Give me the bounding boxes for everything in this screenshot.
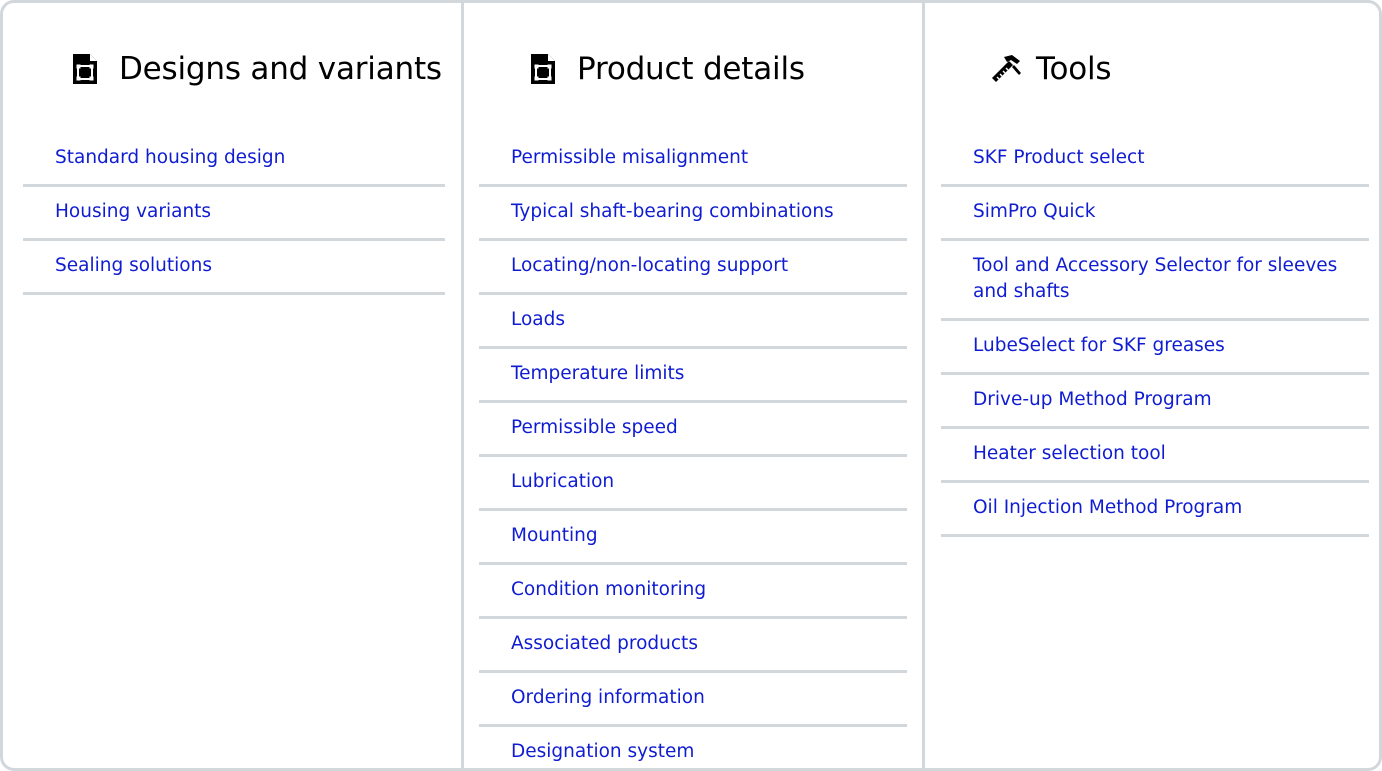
document-icon [531,54,555,84]
list-item: Designation system [479,727,907,768]
column-title: Product details [577,51,805,87]
column-tools: Tools SKF Product select SimPro Quick To… [922,3,1379,768]
column-header: Tools [990,47,1112,91]
link-associated-products[interactable]: Associated products [511,631,895,657]
navigation-panel: Designs and variants Standard housing de… [0,0,1382,771]
list-item: Permissible misalignment [479,133,907,187]
link-sealing-solutions[interactable]: Sealing solutions [55,253,433,279]
list-item: Typical shaft-bearing combinations [479,187,907,241]
list-item: Temperature limits [479,349,907,403]
link-heater-selection-tool[interactable]: Heater selection tool [973,441,1357,467]
list-item: Housing variants [23,187,445,241]
list-item: Drive-up Method Program [941,375,1369,429]
link-standard-housing-design[interactable]: Standard housing design [55,145,433,171]
link-lubrication[interactable]: Lubrication [511,469,895,495]
list-item: SKF Product select [941,133,1369,187]
link-locating-non-locating-support[interactable]: Locating/non-locating support [511,253,895,279]
link-lubeselect-for-skf-greases[interactable]: LubeSelect for SKF greases [973,333,1357,359]
link-permissible-misalignment[interactable]: Permissible misalignment [511,145,895,171]
link-temperature-limits[interactable]: Temperature limits [511,361,895,387]
link-drive-up-method-program[interactable]: Drive-up Method Program [973,387,1357,413]
column-title: Designs and variants [119,51,442,87]
list-item: Oil Injection Method Program [941,483,1369,537]
column-header: Product details [529,47,805,91]
link-condition-monitoring[interactable]: Condition monitoring [511,577,895,603]
list-item: Ordering information [479,673,907,727]
tools-icon [992,55,1021,82]
link-designation-system[interactable]: Designation system [511,739,895,765]
column-product-details: Product details Permissible misalignment… [461,3,922,768]
column-header: Designs and variants [71,47,442,91]
list-item: Lubrication [479,457,907,511]
list-item: Sealing solutions [23,241,445,295]
link-list: Permissible misalignment Typical shaft-b… [479,133,907,768]
list-item: Associated products [479,619,907,673]
link-typical-shaft-bearing-combinations[interactable]: Typical shaft-bearing combinations [511,199,895,225]
column-title: Tools [1036,51,1112,87]
list-item: Condition monitoring [479,565,907,619]
list-item: Permissible speed [479,403,907,457]
link-simpro-quick[interactable]: SimPro Quick [973,199,1357,225]
list-item: Locating/non-locating support [479,241,907,295]
column-designs-and-variants: Designs and variants Standard housing de… [3,3,461,768]
link-list: Standard housing design Housing variants… [23,133,445,295]
list-item: LubeSelect for SKF greases [941,321,1369,375]
list-item: Mounting [479,511,907,565]
link-loads[interactable]: Loads [511,307,895,333]
link-mounting[interactable]: Mounting [511,523,895,549]
link-housing-variants[interactable]: Housing variants [55,199,433,225]
list-item: Standard housing design [23,133,445,187]
list-item: Loads [479,295,907,349]
list-item: Tool and Accessory Selector for sleeves … [941,241,1369,321]
list-item: SimPro Quick [941,187,1369,241]
link-permissible-speed[interactable]: Permissible speed [511,415,895,441]
link-oil-injection-method-program[interactable]: Oil Injection Method Program [973,495,1357,521]
link-list: SKF Product select SimPro Quick Tool and… [941,133,1369,537]
link-skf-product-select[interactable]: SKF Product select [973,145,1357,171]
list-item: Heater selection tool [941,429,1369,483]
link-ordering-information[interactable]: Ordering information [511,685,895,711]
document-icon [73,54,97,84]
link-tool-and-accessory-selector[interactable]: Tool and Accessory Selector for sleeves … [973,253,1357,305]
